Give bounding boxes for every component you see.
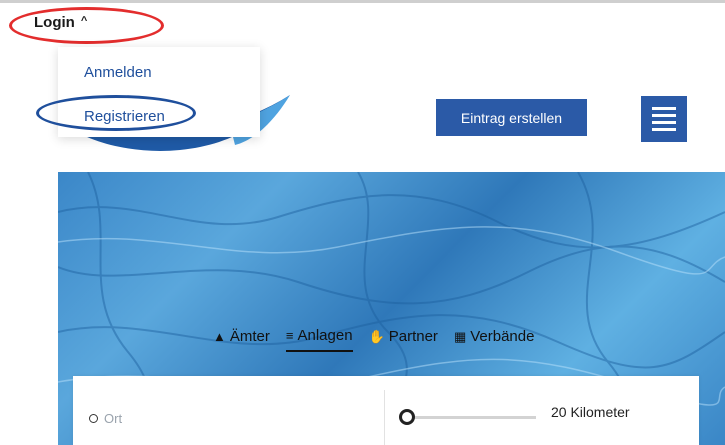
login-toggle[interactable]: Login ^ — [34, 14, 87, 31]
login-label: Login — [34, 14, 75, 31]
stamp-icon: ▲ — [213, 329, 226, 344]
radius-value: 20 Kilometer — [551, 404, 630, 420]
tab-partner[interactable]: ✋ Partner — [369, 327, 438, 352]
search-panel: Ort 20 Kilometer — [73, 376, 699, 445]
tab-anlagen[interactable]: ≡ Anlagen — [285, 327, 353, 352]
radius-slider-handle[interactable] — [399, 409, 415, 425]
location-placeholder: Ort — [104, 411, 123, 426]
login-dropdown-menu: Anmelden Registrieren — [58, 47, 260, 137]
menu-item-anmelden[interactable]: Anmelden — [84, 64, 152, 81]
chevron-up-icon: ^ — [80, 15, 88, 27]
divider — [384, 390, 385, 445]
location-target-icon — [89, 414, 98, 423]
tab-aemter[interactable]: ▲ Ämter — [213, 327, 270, 352]
pool-icon: ≡ — [285, 328, 294, 343]
radius-slider-track[interactable] — [403, 416, 536, 419]
top-border — [0, 0, 725, 3]
category-tabs: ▲ Ämter ≡ Anlagen ✋ Partner ▦ Verbände — [213, 327, 534, 352]
location-input[interactable]: Ort — [89, 411, 122, 426]
hamburger-menu-icon[interactable] — [641, 96, 687, 142]
create-entry-button[interactable]: Eintrag erstellen — [436, 99, 587, 136]
building-icon: ▦ — [453, 328, 467, 344]
menu-item-registrieren[interactable]: Registrieren — [84, 108, 165, 125]
handshake-icon: ✋ — [368, 328, 385, 344]
tab-verbaende[interactable]: ▦ Verbände — [454, 327, 535, 352]
